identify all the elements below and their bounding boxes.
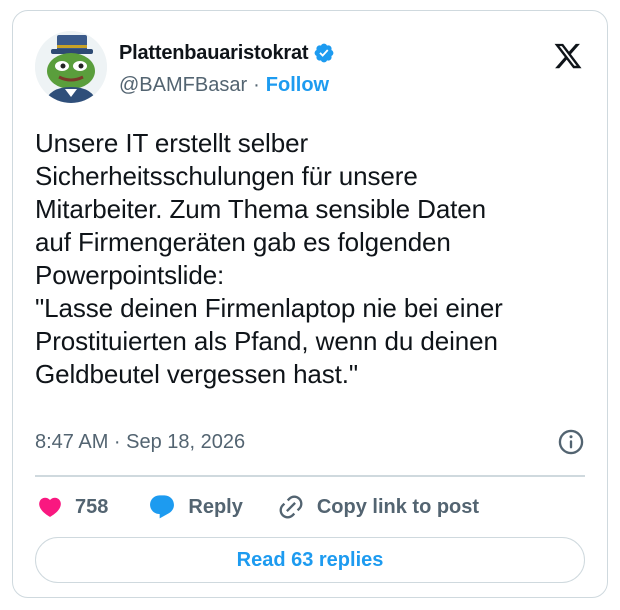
speech-bubble-icon xyxy=(150,495,175,519)
tweet-actions: 758 Reply Copy link to post xyxy=(35,487,585,527)
heart-icon xyxy=(39,497,61,517)
avatar-image xyxy=(35,31,107,103)
tweet-meta: 8:47 AM · Sep 18, 2026 xyxy=(35,425,585,459)
tweet-card: Plattenbauaristokrat @BAMFBasar · Follow… xyxy=(12,10,608,598)
separator-dot: · xyxy=(253,73,260,96)
author-display-name[interactable]: Plattenbauaristokrat xyxy=(119,42,309,65)
info-icon[interactable] xyxy=(557,428,585,456)
read-replies-button[interactable]: Read 63 replies xyxy=(35,537,585,583)
handle-row: @BAMFBasar · Follow xyxy=(119,71,335,99)
copy-link-label: Copy link to post xyxy=(316,495,480,518)
follow-button[interactable]: Follow xyxy=(266,74,329,97)
name-row: Plattenbauaristokrat xyxy=(119,39,335,67)
reply-label: Reply xyxy=(188,495,243,518)
like-count: 758 xyxy=(75,495,109,518)
author-names: Plattenbauaristokrat @BAMFBasar · Follow xyxy=(119,39,335,99)
author-handle[interactable]: @BAMFBasar xyxy=(119,74,247,97)
tweet-text: Unsere IT erstellt selber Sicherheitssch… xyxy=(35,128,503,389)
avatar[interactable] xyxy=(35,31,107,103)
tweet-header: Plattenbauaristokrat @BAMFBasar · Follow xyxy=(35,31,585,107)
copy-link-button[interactable]: Copy link to post xyxy=(277,493,479,521)
like-button[interactable]: 758 xyxy=(37,494,108,520)
tweet-timestamp[interactable]: 8:47 AM · Sep 18, 2026 xyxy=(35,431,245,454)
divider xyxy=(35,475,585,477)
x-logo-icon[interactable] xyxy=(553,41,583,71)
reply-button[interactable]: Reply xyxy=(148,493,243,521)
link-icon xyxy=(279,495,303,519)
verified-badge-icon xyxy=(313,42,335,64)
